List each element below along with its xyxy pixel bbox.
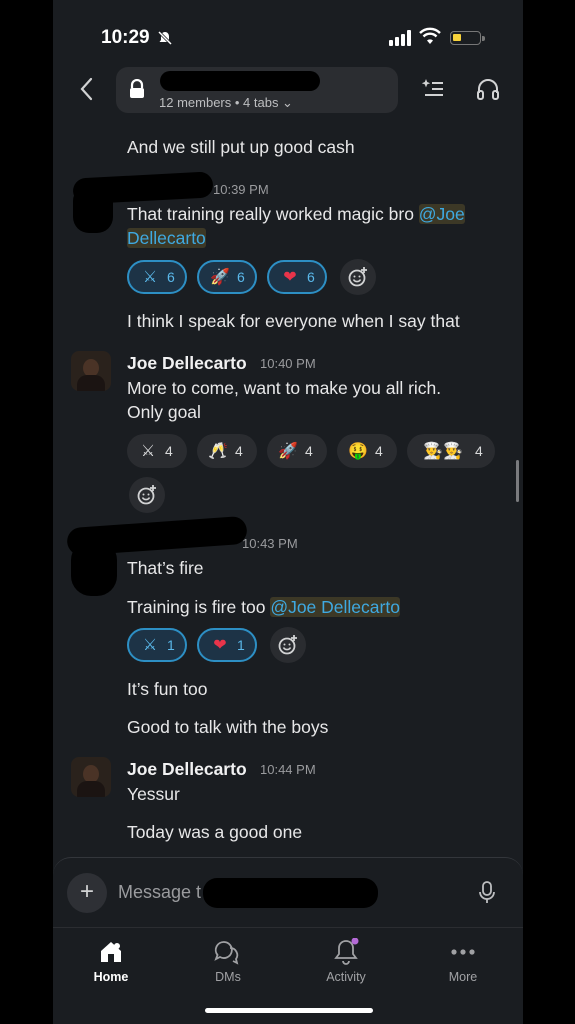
headphones-icon[interactable] (476, 77, 500, 101)
status-time: 10:29 (101, 27, 150, 48)
reaction-count: 4 (375, 443, 383, 459)
heart-icon: ❤ (283, 269, 297, 286)
add-emoji-icon (348, 267, 367, 287)
tab-label: Activity (326, 970, 366, 984)
message-text: It’s fun too (127, 679, 208, 699)
message-author[interactable]: Joe Dellecarto (127, 759, 247, 780)
microphone-icon[interactable] (479, 881, 495, 905)
channel-meta: 12 members • 4 tabs ⌄ (159, 95, 293, 110)
message-text: Today was a good one (127, 822, 303, 842)
cellular-signal-icon (389, 30, 411, 46)
back-chevron-icon[interactable] (77, 75, 97, 103)
redacted-channel-name (160, 71, 320, 91)
message-text: Yessur (127, 784, 180, 804)
crossed-swords-icon: ⚔ (142, 637, 158, 654)
rocket-icon: 🚀 (210, 269, 230, 286)
message-text: More to come, want to make you all rich. (127, 378, 442, 398)
home-indicator[interactable] (205, 1008, 373, 1013)
reaction-cooks[interactable]: 👨‍🍳👨‍🍳 4 (407, 434, 495, 468)
tab-more[interactable]: More (418, 936, 508, 984)
clinking-glasses-icon: 🥂 (208, 443, 228, 460)
avatar[interactable] (71, 351, 111, 391)
channel-header: 12 members • 4 tabs ⌄ (53, 65, 523, 117)
silent-mode-icon (157, 30, 173, 46)
tab-label: DMs (215, 970, 241, 984)
message-body: Training is fire too (127, 597, 271, 617)
message-text: Dellecarto (127, 226, 206, 250)
reaction-count: 6 (167, 269, 175, 285)
reaction-rocket[interactable]: 🚀 4 (267, 434, 327, 468)
message-author[interactable]: Joe Dellecarto (127, 353, 247, 374)
user-mention[interactable]: Dellecarto (127, 228, 206, 248)
dms-icon (214, 941, 239, 965)
reaction-count: 4 (235, 443, 243, 459)
message-text: And we still put up good cash (127, 137, 355, 157)
reaction-money-mouth[interactable]: 🤑 4 (337, 434, 397, 468)
tab-dms[interactable]: DMs (183, 936, 273, 984)
reaction-count: 4 (165, 443, 173, 459)
message-timestamp: 10:40 PM (260, 356, 316, 371)
reaction-count: 4 (305, 443, 313, 459)
wifi-icon (419, 27, 441, 44)
lock-icon (130, 79, 144, 98)
heart-icon: ❤ (213, 637, 227, 654)
channel-info-button[interactable]: 12 members • 4 tabs ⌄ (116, 67, 398, 113)
reaction-count: 1 (167, 637, 175, 653)
channel-details-icon[interactable] (421, 77, 445, 99)
status-bar: 10:29 (53, 0, 523, 70)
user-mention[interactable]: @Joe Dellecarto (270, 597, 400, 617)
avatar[interactable] (71, 757, 111, 797)
message-timestamp: 10:39 PM (213, 182, 269, 197)
message-text: That training really worked magic bro @J… (127, 202, 465, 226)
more-icon (451, 949, 475, 955)
crossed-swords-icon: ⚔ (142, 269, 158, 286)
home-icon (101, 942, 121, 962)
reaction-clinking-glasses[interactable]: 🥂 4 (197, 434, 257, 468)
app-frame: 10:29 12 members • 4 tabs ⌄ And we still… (53, 0, 523, 1024)
add-emoji-icon (137, 485, 156, 505)
message-text: That’s fire (127, 558, 204, 578)
reaction-count: 6 (307, 269, 315, 285)
bell-icon (334, 938, 359, 965)
message-timestamp: 10:44 PM (260, 762, 316, 777)
reaction-crossed-swords[interactable]: ⚔ 6 (127, 260, 187, 294)
message-input[interactable]: Message t (118, 882, 201, 903)
reaction-crossed-swords[interactable]: ⚔ 1 (127, 628, 187, 662)
reaction-crossed-swords[interactable]: ⚔ 4 (127, 434, 187, 468)
tab-label: Home (93, 970, 129, 984)
add-emoji-icon (278, 635, 297, 655)
message-composer: + Message t (53, 857, 523, 927)
add-reaction-button[interactable] (270, 627, 306, 663)
rocket-icon: 🚀 (278, 443, 298, 460)
tab-label: More (448, 970, 478, 984)
money-mouth-face-icon: 🤑 (348, 443, 368, 460)
reaction-heart[interactable]: ❤ 1 (197, 628, 257, 662)
user-mention[interactable]: @Joe (418, 204, 465, 224)
message-timestamp: 10:43 PM (242, 536, 298, 551)
redacted-avatar (71, 540, 117, 596)
redacted-avatar (73, 185, 113, 233)
crossed-swords-icon: ⚔ (140, 443, 156, 460)
reaction-count: 4 (475, 443, 483, 459)
tab-home[interactable]: Home (66, 936, 156, 984)
message-text: I think I speak for everyone when I say … (127, 311, 460, 331)
tab-activity[interactable]: Activity (301, 936, 391, 984)
cook-icon: 👨‍🍳👨‍🍳 (423, 443, 463, 460)
battery-icon (450, 31, 485, 45)
message-body: That training really worked magic bro (127, 204, 419, 224)
attach-plus-button[interactable]: + (67, 873, 107, 913)
reaction-count: 6 (237, 269, 245, 285)
message-text: Good to talk with the boys (127, 717, 329, 737)
message-text: Only goal (127, 402, 201, 422)
reaction-heart[interactable]: ❤ 6 (267, 260, 327, 294)
redacted-channel-name (203, 878, 378, 908)
reaction-rocket[interactable]: 🚀 6 (197, 260, 257, 294)
add-reaction-button[interactable] (129, 477, 165, 513)
message-text: Training is fire too @Joe Dellecarto (127, 595, 400, 619)
reaction-count: 1 (237, 637, 245, 653)
scroll-indicator[interactable] (516, 460, 519, 502)
add-reaction-button[interactable] (340, 259, 376, 295)
